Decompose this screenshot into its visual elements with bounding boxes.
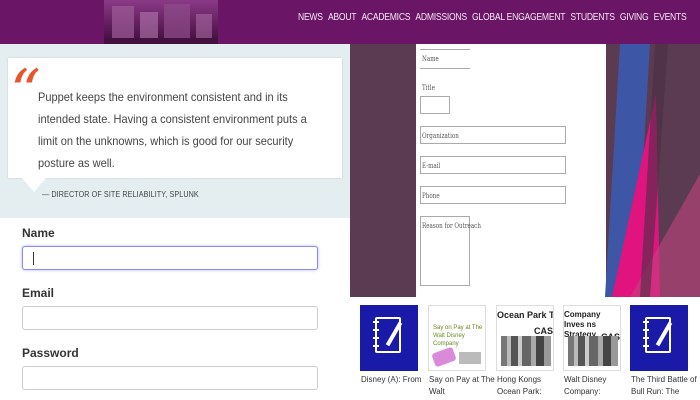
nav-item-admissions[interactable]: ADMISSIONS	[415, 12, 467, 23]
book-cover-1[interactable]	[360, 305, 418, 371]
pink-object-image	[431, 346, 457, 368]
nav-item-global-engagement[interactable]: GLOBAL ENGAGEMENT	[472, 12, 566, 23]
email-input[interactable]	[22, 306, 318, 330]
city-skyline-image	[501, 336, 551, 366]
book-title-2[interactable]: Say on Pay at The Walt	[429, 374, 495, 398]
book-cover-3-tag: CAS	[533, 326, 553, 336]
signup-panel: “ Puppet keeps the environment consisten…	[0, 44, 350, 400]
email-label: Email	[22, 286, 55, 300]
nav-item-giving[interactable]: GIVING	[620, 12, 649, 23]
book-title-1[interactable]: Disney (A): From	[361, 374, 427, 386]
password-label: Password	[22, 346, 79, 360]
decorative-stripes	[605, 44, 700, 297]
request-form-panel: Name Title Organization E-mail Phone Rea…	[350, 44, 700, 297]
nav-item-about[interactable]: ABOUT	[328, 12, 357, 23]
book-cover-3[interactable]: Ocean Park Tal CAS	[496, 305, 554, 371]
nav-item-students[interactable]: STUDENTS	[570, 12, 615, 23]
book-cover-4[interactable]: Company Inves ns Strategy CAS	[563, 305, 621, 371]
nav-item-academics[interactable]: ACADEMICS	[361, 12, 410, 23]
book-cover-3-text: Ocean Park Tal	[497, 310, 554, 320]
name-input[interactable]	[22, 246, 318, 270]
case-carousel: Disney (A): From Say on Pay at The Walt …	[350, 297, 700, 400]
book-cover-2[interactable]: Say on Pay at The Walt Disney Company	[428, 305, 486, 371]
top-nav-bar: NEWS ABOUT ACADEMICS ADMISSIONS GLOBAL E…	[0, 0, 700, 44]
name-label: Name	[22, 226, 55, 240]
main-nav: NEWS ABOUT ACADEMICS ADMISSIONS GLOBAL E…	[298, 12, 687, 23]
book-cover-5[interactable]	[630, 305, 688, 371]
nav-item-news[interactable]: NEWS	[298, 12, 323, 23]
testimonial-quote: Puppet keeps the environment consistent …	[38, 90, 307, 170]
book-title-4[interactable]: Walt Disney Company:	[564, 374, 630, 398]
book-title-3[interactable]: Hong Kongs Ocean Park:	[497, 374, 563, 398]
book-cover-2-text: Say on Pay at The Walt Disney Company	[433, 325, 483, 347]
text-caret	[33, 252, 34, 265]
campus-banner-image	[104, 0, 218, 44]
nav-item-events[interactable]: EVENTS	[654, 12, 687, 23]
quote-mark-icon: “	[10, 57, 41, 127]
book-title-5[interactable]: The Third Battle of Bull Run: The	[631, 374, 699, 398]
password-input[interactable]	[22, 366, 318, 390]
testimonial-attribution: — DIRECTOR OF SITE RELIABILITY, SPLUNK	[42, 190, 199, 199]
city-skyline-image	[568, 336, 618, 366]
